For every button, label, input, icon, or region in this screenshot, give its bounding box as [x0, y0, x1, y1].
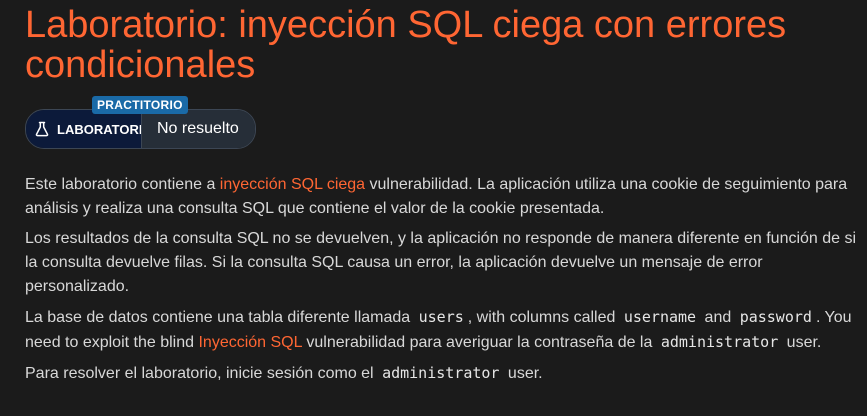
- lab-status: No resuelto: [141, 110, 255, 148]
- description-paragraph-3: La base de datos contiene una tabla dife…: [25, 308, 852, 351]
- lab-label-text: LABORATORIO: [57, 121, 141, 137]
- lab-page: Laboratorio: inyección SQL ciega con err…: [25, 0, 860, 392]
- code-administrator-login: administrator: [382, 364, 500, 382]
- lab-status-pill: LABORATORIO No resuelto: [25, 109, 256, 149]
- description-paragraph-4: Para resolver el laboratorio, inicie ses…: [25, 364, 543, 382]
- lab-badge: PRACTITORIO LABORATORIO No resuelto: [25, 96, 265, 149]
- blind-sqli-link[interactable]: inyección SQL ciega: [220, 176, 365, 193]
- description-paragraph-2: Los resultados de la consulta SQL no se …: [25, 230, 857, 295]
- lab-label: LABORATORIO: [26, 110, 141, 148]
- page-title: Laboratorio: inyección SQL ciega con err…: [25, 4, 787, 86]
- sqli-link[interactable]: Inyección SQL: [198, 334, 301, 351]
- code-administrator: administrator: [660, 333, 779, 351]
- description-paragraph-1: Este laboratorio contiene a inyección SQ…: [25, 176, 848, 217]
- lab-description: Este laboratorio contiene a inyección SQ…: [25, 173, 860, 386]
- flask-icon: [35, 121, 49, 137]
- code-username: username: [623, 308, 697, 326]
- level-tag: PRACTITORIO: [92, 96, 188, 114]
- code-users: users: [418, 308, 464, 326]
- code-password: password: [739, 308, 812, 326]
